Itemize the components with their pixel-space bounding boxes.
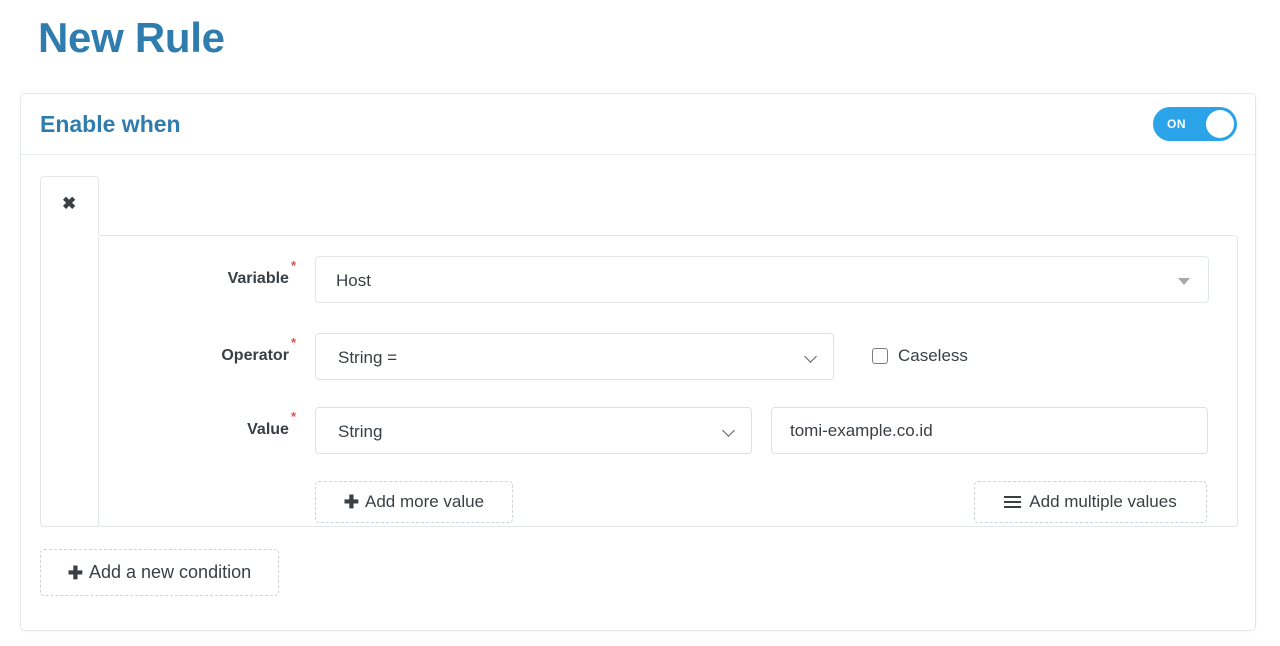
value-type-select-value: String xyxy=(338,422,383,441)
value-actions-row: ✚ Add more value Add multiple values xyxy=(99,481,1237,523)
condition-left-edge xyxy=(40,235,99,527)
caseless-label: Caseless xyxy=(898,346,968,365)
plus-icon: ✚ xyxy=(67,563,83,583)
variable-row: Variable* Host xyxy=(99,256,1237,303)
condition-tab: ✖ xyxy=(40,176,99,237)
add-multiple-values-button[interactable]: Add multiple values xyxy=(974,481,1207,523)
value-row: Value* String xyxy=(99,407,1237,454)
variable-required-marker: * xyxy=(290,258,296,273)
condition-body: Variable* Host Operator* String = Casele… xyxy=(98,235,1238,527)
add-multiple-values-label: Add multiple values xyxy=(1029,492,1177,511)
page-title: New Rule xyxy=(38,14,225,61)
toggle-state-label: ON xyxy=(1167,117,1187,131)
variable-select[interactable]: Host xyxy=(315,256,1209,303)
value-label-text: Value xyxy=(247,421,289,438)
chevron-down-icon xyxy=(724,426,735,437)
add-new-condition-button[interactable]: ✚ Add a new condition xyxy=(40,549,279,596)
plus-icon: ✚ xyxy=(343,492,359,512)
chevron-down-icon xyxy=(1178,278,1190,285)
close-icon[interactable]: ✖ xyxy=(62,195,76,212)
condition-block: ✖ Variable* Host Operator* String = Case… xyxy=(40,176,1238,530)
variable-label: Variable* xyxy=(99,256,296,302)
operator-row: Operator* String = Caseless xyxy=(99,333,1237,380)
value-type-select[interactable]: String xyxy=(315,407,752,454)
operator-label-text: Operator xyxy=(221,347,289,364)
variable-label-text: Variable xyxy=(227,270,289,287)
add-more-value-label: Add more value xyxy=(365,492,485,511)
add-more-value-button[interactable]: ✚ Add more value xyxy=(315,481,513,523)
operator-required-marker: * xyxy=(290,335,296,350)
chevron-down-icon xyxy=(806,352,817,363)
panel-title: Enable when xyxy=(40,111,181,137)
panel-header: Enable when ON xyxy=(21,94,1255,155)
enable-when-panel: Enable when ON ✖ Variable* Host Operator… xyxy=(20,93,1256,631)
caseless-checkbox[interactable]: Caseless xyxy=(872,333,968,379)
value-required-marker: * xyxy=(290,409,296,424)
checkbox-box-icon xyxy=(872,348,888,364)
toggle-knob xyxy=(1206,110,1234,138)
operator-select[interactable]: String = xyxy=(315,333,834,380)
list-icon xyxy=(1004,496,1022,508)
operator-label: Operator* xyxy=(99,333,296,379)
value-label: Value* xyxy=(99,407,296,453)
value-text-input[interactable] xyxy=(771,407,1208,454)
enable-when-toggle[interactable]: ON xyxy=(1153,107,1237,141)
operator-select-value: String = xyxy=(338,348,398,367)
add-new-condition-label: Add a new condition xyxy=(88,562,252,582)
variable-select-value: Host xyxy=(336,271,371,290)
